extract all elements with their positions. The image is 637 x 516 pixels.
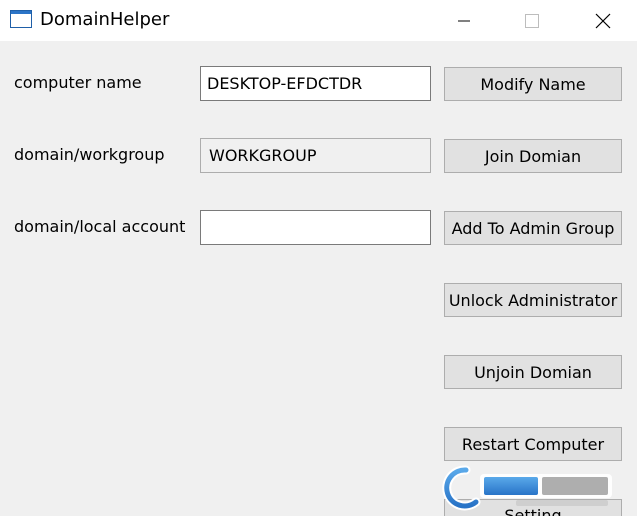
join-domain-button[interactable]: Join Domian [444, 139, 622, 173]
maximize-icon [525, 13, 539, 28]
domainhelper-window: DomainHelper computer name Modify Name d… [0, 0, 637, 516]
computer-name-label: computer name [14, 73, 142, 92]
add-to-admin-group-button[interactable]: Add To Admin Group [444, 211, 622, 245]
domain-local-account-input[interactable] [200, 210, 431, 245]
site-watermark-logo [442, 465, 612, 511]
minimize-button[interactable] [441, 0, 487, 41]
maximize-button[interactable] [509, 0, 555, 41]
app-window-icon [10, 10, 32, 28]
restart-computer-button[interactable]: Restart Computer [444, 427, 622, 461]
computer-name-input[interactable] [200, 66, 431, 101]
domain-local-account-label: domain/local account [14, 217, 186, 236]
unlock-administrator-button[interactable]: Unlock Administrator [444, 283, 622, 317]
modify-name-button[interactable]: Modify Name [444, 67, 622, 101]
title-bar[interactable]: DomainHelper [0, 0, 637, 41]
close-icon [595, 13, 611, 28]
minimize-icon [458, 20, 470, 21]
domain-workgroup-label: domain/workgroup [14, 145, 165, 164]
domain-workgroup-field [200, 138, 431, 173]
unjoin-domain-button[interactable]: Unjoin Domian [444, 355, 622, 389]
close-button[interactable] [580, 0, 626, 41]
window-title: DomainHelper [40, 9, 170, 30]
